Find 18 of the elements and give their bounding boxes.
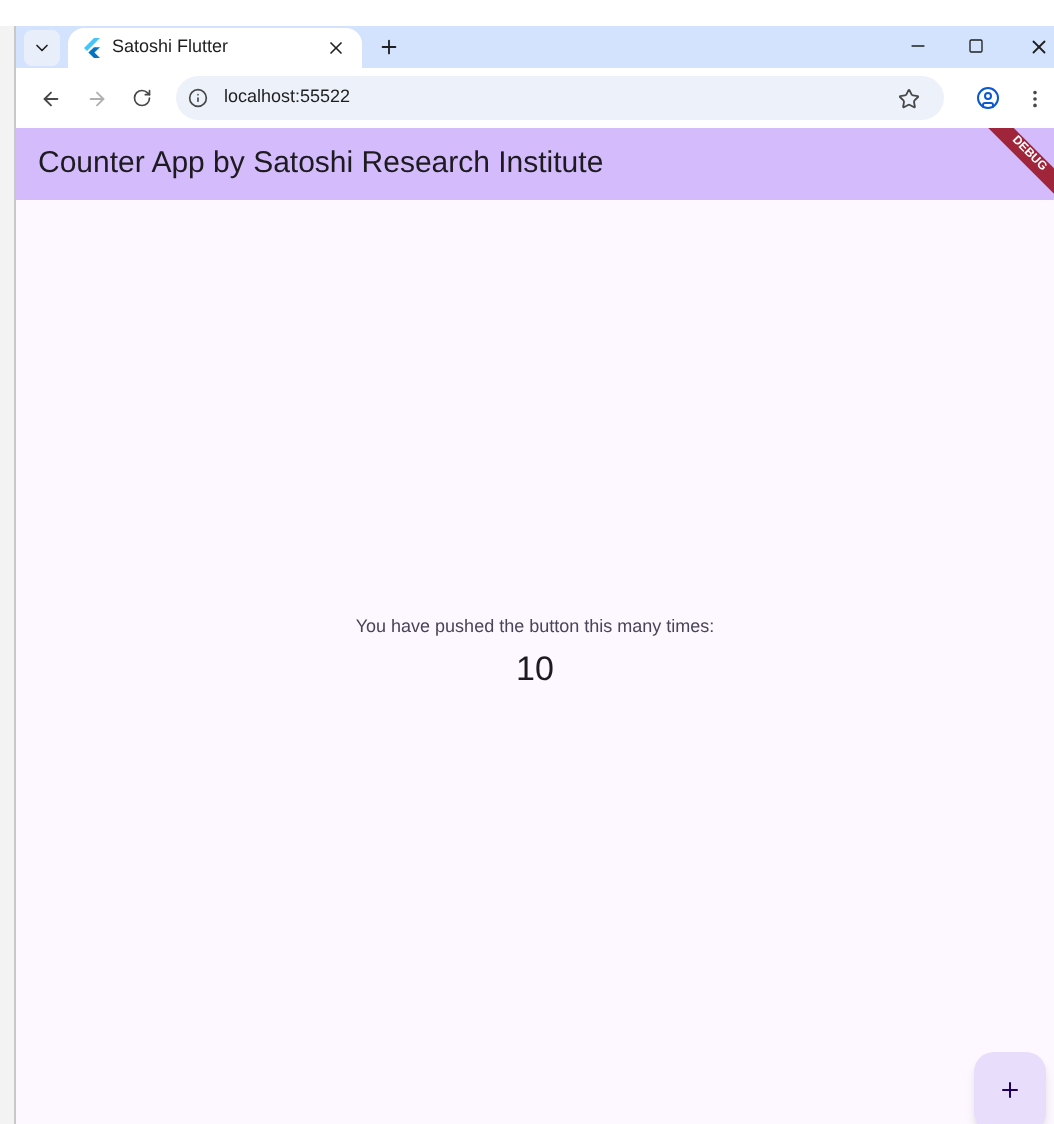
address-bar[interactable]: localhost:55522: [176, 76, 944, 120]
url-text: localhost:55522: [224, 84, 353, 111]
info-icon[interactable]: [188, 88, 208, 108]
bookmark-star-icon[interactable]: [898, 87, 920, 109]
close-icon[interactable]: [326, 38, 346, 58]
counter-message: You have pushed the button this many times:: [355, 613, 715, 640]
flutter-logo-icon: [84, 38, 100, 58]
browser-tab[interactable]: Satoshi Flutter: [68, 28, 362, 68]
profile-icon[interactable]: [976, 86, 1000, 110]
maximize-icon[interactable]: [968, 38, 984, 54]
plus-icon: [998, 1078, 1022, 1102]
counter-value: 10: [516, 648, 554, 692]
tab-title: Satoshi Flutter: [112, 34, 231, 61]
app-title: Counter App by Satoshi Research Institute: [38, 143, 604, 184]
close-window-icon[interactable]: [1028, 36, 1050, 58]
back-icon[interactable]: [40, 87, 62, 109]
reload-icon[interactable]: [132, 88, 152, 108]
new-tab-icon[interactable]: [378, 36, 400, 58]
